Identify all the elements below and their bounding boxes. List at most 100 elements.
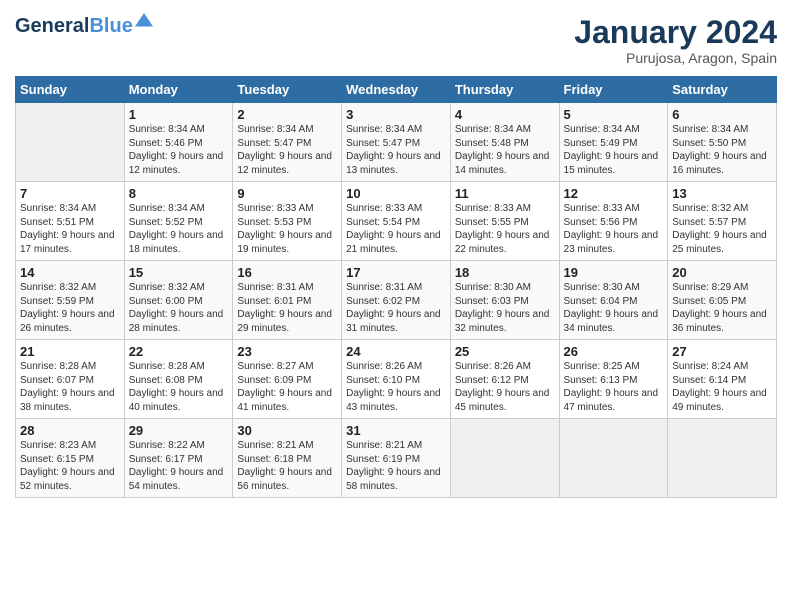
calendar-cell: 10 Sunrise: 8:33 AMSunset: 5:54 PMDaylig… [342, 182, 451, 261]
day-info: Sunrise: 8:24 AMSunset: 6:14 PMDaylight:… [672, 360, 772, 414]
weekday-header-sunday: Sunday [16, 77, 125, 103]
logo: GeneralBlue [15, 15, 153, 37]
weekday-header-row: SundayMondayTuesdayWednesdayThursdayFrid… [16, 77, 777, 103]
day-info: Sunrise: 8:34 AMSunset: 5:47 PMDaylight:… [237, 123, 337, 177]
day-number: 18 [455, 265, 555, 280]
day-number: 1 [129, 107, 229, 122]
calendar-cell: 6 Sunrise: 8:34 AMSunset: 5:50 PMDayligh… [668, 103, 777, 182]
day-info: Sunrise: 8:34 AMSunset: 5:48 PMDaylight:… [455, 123, 555, 177]
day-number: 30 [237, 423, 337, 438]
calendar-cell: 17 Sunrise: 8:31 AMSunset: 6:02 PMDaylig… [342, 261, 451, 340]
calendar-cell: 27 Sunrise: 8:24 AMSunset: 6:14 PMDaylig… [668, 340, 777, 419]
day-number: 24 [346, 344, 446, 359]
calendar-cell: 30 Sunrise: 8:21 AMSunset: 6:18 PMDaylig… [233, 419, 342, 498]
day-info: Sunrise: 8:33 AMSunset: 5:55 PMDaylight:… [455, 202, 555, 256]
page-container: GeneralBlue January 2024 Purujosa, Arago… [0, 0, 792, 508]
calendar-cell: 15 Sunrise: 8:32 AMSunset: 6:00 PMDaylig… [124, 261, 233, 340]
calendar-cell [16, 103, 125, 182]
calendar-cell: 26 Sunrise: 8:25 AMSunset: 6:13 PMDaylig… [559, 340, 668, 419]
day-number: 5 [564, 107, 664, 122]
day-number: 13 [672, 186, 772, 201]
calendar-cell [450, 419, 559, 498]
calendar-cell: 19 Sunrise: 8:30 AMSunset: 6:04 PMDaylig… [559, 261, 668, 340]
day-number: 9 [237, 186, 337, 201]
day-info: Sunrise: 8:34 AMSunset: 5:46 PMDaylight:… [129, 123, 229, 177]
day-info: Sunrise: 8:21 AMSunset: 6:19 PMDaylight:… [346, 439, 446, 493]
calendar-cell: 25 Sunrise: 8:26 AMSunset: 6:12 PMDaylig… [450, 340, 559, 419]
day-info: Sunrise: 8:34 AMSunset: 5:49 PMDaylight:… [564, 123, 664, 177]
day-info: Sunrise: 8:34 AMSunset: 5:51 PMDaylight:… [20, 202, 120, 256]
day-number: 26 [564, 344, 664, 359]
day-info: Sunrise: 8:32 AMSunset: 5:59 PMDaylight:… [20, 281, 120, 335]
calendar-week-0: 1 Sunrise: 8:34 AMSunset: 5:46 PMDayligh… [16, 103, 777, 182]
calendar-cell: 21 Sunrise: 8:28 AMSunset: 6:07 PMDaylig… [16, 340, 125, 419]
header: GeneralBlue January 2024 Purujosa, Arago… [15, 15, 777, 66]
calendar-cell: 9 Sunrise: 8:33 AMSunset: 5:53 PMDayligh… [233, 182, 342, 261]
day-info: Sunrise: 8:31 AMSunset: 6:02 PMDaylight:… [346, 281, 446, 335]
day-number: 20 [672, 265, 772, 280]
weekday-header-thursday: Thursday [450, 77, 559, 103]
day-info: Sunrise: 8:22 AMSunset: 6:17 PMDaylight:… [129, 439, 229, 493]
title-area: January 2024 Purujosa, Aragon, Spain [574, 15, 777, 66]
day-number: 22 [129, 344, 229, 359]
calendar-cell: 24 Sunrise: 8:26 AMSunset: 6:10 PMDaylig… [342, 340, 451, 419]
calendar-cell: 3 Sunrise: 8:34 AMSunset: 5:47 PMDayligh… [342, 103, 451, 182]
day-info: Sunrise: 8:25 AMSunset: 6:13 PMDaylight:… [564, 360, 664, 414]
calendar-cell: 12 Sunrise: 8:33 AMSunset: 5:56 PMDaylig… [559, 182, 668, 261]
calendar-cell: 28 Sunrise: 8:23 AMSunset: 6:15 PMDaylig… [16, 419, 125, 498]
logo-text: GeneralBlue [15, 15, 133, 37]
calendar-table: SundayMondayTuesdayWednesdayThursdayFrid… [15, 76, 777, 498]
calendar-week-4: 28 Sunrise: 8:23 AMSunset: 6:15 PMDaylig… [16, 419, 777, 498]
logo-icon [135, 13, 153, 31]
calendar-cell: 22 Sunrise: 8:28 AMSunset: 6:08 PMDaylig… [124, 340, 233, 419]
day-number: 6 [672, 107, 772, 122]
day-info: Sunrise: 8:29 AMSunset: 6:05 PMDaylight:… [672, 281, 772, 335]
day-number: 31 [346, 423, 446, 438]
day-number: 7 [20, 186, 120, 201]
calendar-cell: 14 Sunrise: 8:32 AMSunset: 5:59 PMDaylig… [16, 261, 125, 340]
day-number: 10 [346, 186, 446, 201]
day-info: Sunrise: 8:26 AMSunset: 6:10 PMDaylight:… [346, 360, 446, 414]
calendar-cell: 18 Sunrise: 8:30 AMSunset: 6:03 PMDaylig… [450, 261, 559, 340]
day-info: Sunrise: 8:34 AMSunset: 5:47 PMDaylight:… [346, 123, 446, 177]
day-number: 16 [237, 265, 337, 280]
day-info: Sunrise: 8:33 AMSunset: 5:54 PMDaylight:… [346, 202, 446, 256]
day-info: Sunrise: 8:21 AMSunset: 6:18 PMDaylight:… [237, 439, 337, 493]
day-number: 12 [564, 186, 664, 201]
day-info: Sunrise: 8:28 AMSunset: 6:08 PMDaylight:… [129, 360, 229, 414]
day-number: 29 [129, 423, 229, 438]
calendar-cell: 31 Sunrise: 8:21 AMSunset: 6:19 PMDaylig… [342, 419, 451, 498]
day-number: 15 [129, 265, 229, 280]
day-number: 17 [346, 265, 446, 280]
day-number: 25 [455, 344, 555, 359]
calendar-week-3: 21 Sunrise: 8:28 AMSunset: 6:07 PMDaylig… [16, 340, 777, 419]
calendar-cell: 8 Sunrise: 8:34 AMSunset: 5:52 PMDayligh… [124, 182, 233, 261]
day-number: 4 [455, 107, 555, 122]
day-number: 19 [564, 265, 664, 280]
weekday-header-saturday: Saturday [668, 77, 777, 103]
calendar-cell: 5 Sunrise: 8:34 AMSunset: 5:49 PMDayligh… [559, 103, 668, 182]
calendar-cell [559, 419, 668, 498]
calendar-cell: 20 Sunrise: 8:29 AMSunset: 6:05 PMDaylig… [668, 261, 777, 340]
calendar-week-1: 7 Sunrise: 8:34 AMSunset: 5:51 PMDayligh… [16, 182, 777, 261]
calendar-cell: 23 Sunrise: 8:27 AMSunset: 6:09 PMDaylig… [233, 340, 342, 419]
day-info: Sunrise: 8:30 AMSunset: 6:03 PMDaylight:… [455, 281, 555, 335]
day-info: Sunrise: 8:26 AMSunset: 6:12 PMDaylight:… [455, 360, 555, 414]
calendar-cell: 29 Sunrise: 8:22 AMSunset: 6:17 PMDaylig… [124, 419, 233, 498]
calendar-cell: 4 Sunrise: 8:34 AMSunset: 5:48 PMDayligh… [450, 103, 559, 182]
day-number: 28 [20, 423, 120, 438]
calendar-cell: 13 Sunrise: 8:32 AMSunset: 5:57 PMDaylig… [668, 182, 777, 261]
day-info: Sunrise: 8:33 AMSunset: 5:56 PMDaylight:… [564, 202, 664, 256]
day-number: 3 [346, 107, 446, 122]
month-title: January 2024 [574, 15, 777, 50]
calendar-cell: 7 Sunrise: 8:34 AMSunset: 5:51 PMDayligh… [16, 182, 125, 261]
calendar-week-2: 14 Sunrise: 8:32 AMSunset: 5:59 PMDaylig… [16, 261, 777, 340]
day-info: Sunrise: 8:30 AMSunset: 6:04 PMDaylight:… [564, 281, 664, 335]
day-info: Sunrise: 8:28 AMSunset: 6:07 PMDaylight:… [20, 360, 120, 414]
day-number: 8 [129, 186, 229, 201]
day-info: Sunrise: 8:31 AMSunset: 6:01 PMDaylight:… [237, 281, 337, 335]
weekday-header-friday: Friday [559, 77, 668, 103]
day-number: 21 [20, 344, 120, 359]
logo-accent: Blue [89, 15, 132, 37]
day-info: Sunrise: 8:27 AMSunset: 6:09 PMDaylight:… [237, 360, 337, 414]
